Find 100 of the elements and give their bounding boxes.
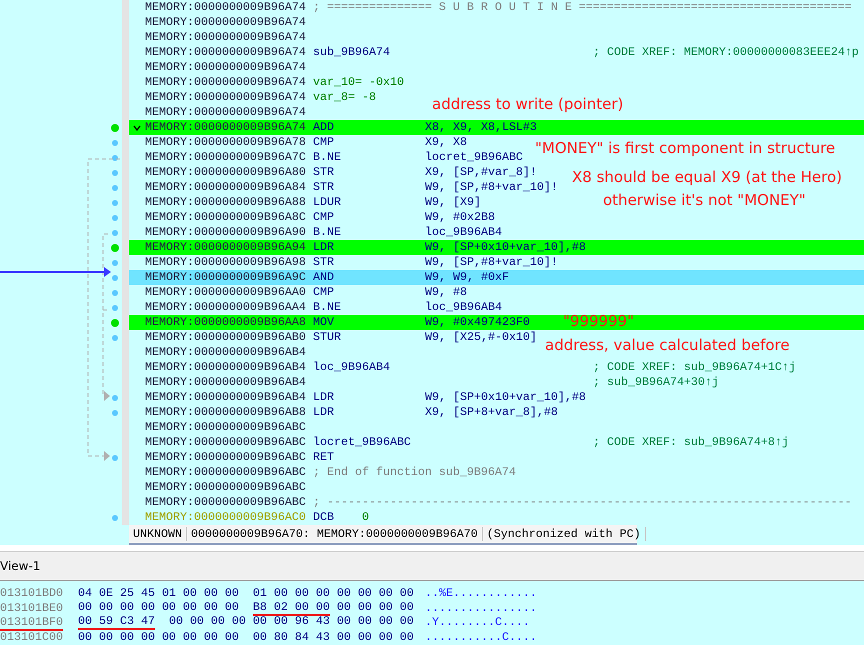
hex-address: 013101BD0	[0, 586, 63, 600]
mnemonic: B.NE	[313, 225, 341, 239]
marker-dot[interactable]	[112, 290, 118, 296]
hex-bytes: 00 59 C3 47	[78, 614, 155, 630]
annotation: address to write (pointer)	[432, 95, 624, 113]
mnemonic: DCB	[313, 510, 334, 524]
address: MEMORY:0000000009B96A74	[145, 45, 306, 59]
address: MEMORY:0000000009B96AB4	[145, 360, 306, 374]
address: MEMORY:0000000009B96ABC	[145, 495, 306, 509]
mnemonic: AND	[313, 270, 334, 284]
comment: ; ---------------------------------------------------------------------------	[313, 495, 852, 510]
hex-bytes: 00 80 84 43 00 00 00 00	[252, 630, 414, 644]
mnemonic: CMP	[313, 285, 334, 299]
collapse-icon[interactable]	[133, 124, 141, 130]
mnemonic: LDR	[313, 240, 334, 254]
operands: W9, [SP,#8+var_10]!	[425, 255, 558, 269]
mnemonic: B.NE	[313, 300, 341, 314]
ascii-text: ..%E............	[425, 586, 537, 600]
comment: ; End of function sub_9B96A74	[313, 465, 516, 480]
address: MEMORY:0000000009B96AA4	[145, 300, 306, 314]
address: MEMORY:0000000009B96AA8	[145, 315, 306, 329]
marker-dot[interactable]	[111, 124, 119, 132]
variable: var_8= -8	[313, 90, 376, 104]
mnemonic: CMP	[313, 210, 334, 224]
annotation: "MONEY" is first component in structure	[535, 139, 836, 157]
marker-dot[interactable]	[112, 334, 118, 340]
marker-dot[interactable]	[112, 260, 118, 266]
marker-dot[interactable]	[112, 170, 118, 176]
comment: ; CODE XREF: MEMORY:00000000083EEE24↑p	[593, 45, 859, 60]
hex-bytes: 01 00 00 00 00 00 00 00	[252, 586, 414, 600]
status-text: 0000000009B96A70: MEMORY:0000000009B96A70	[186, 527, 483, 541]
operands: W9, W9, #0xF	[425, 270, 509, 284]
marker-dot[interactable]	[112, 514, 118, 520]
ascii-text: .Y........C....	[425, 615, 530, 630]
operands: W9, #0x2B8	[425, 210, 495, 224]
address: MEMORY:0000000009B96A74	[145, 30, 306, 44]
mnemonic: CMP	[313, 135, 334, 149]
comment: ; CODE XREF: sub_9B96A74+8↑j	[593, 435, 789, 450]
hex-bytes: 00 00 00 00 00 00 00 00	[78, 600, 239, 616]
status-text: UNKNOWN	[129, 527, 187, 541]
operands: X9, [SP,#var_8]!	[425, 165, 537, 179]
ascii-text: ................	[425, 600, 537, 615]
operands: W9, [SP+0x10+var_10],#8	[425, 240, 586, 254]
view-title[interactable]: View-1	[0, 559, 40, 573]
address: MEMORY:0000000009B96A74	[145, 90, 306, 104]
operands: X9, X8	[425, 135, 467, 149]
address: MEMORY:0000000009B96AB4	[145, 375, 306, 389]
marker-dot[interactable]	[112, 154, 118, 160]
address: MEMORY:0000000009B96A74	[145, 0, 306, 14]
operands: W9, [SP+0x10+var_10],#8	[425, 390, 586, 404]
address: MEMORY:0000000009B96ABC	[145, 465, 306, 479]
operands: W9, [SP,#8+var_10]!	[425, 180, 558, 194]
address: MEMORY:0000000009B96A74	[145, 60, 306, 74]
mnemonic: B.NE	[313, 150, 341, 164]
value: 0	[362, 510, 369, 525]
operands: loc_9B96AB4	[425, 300, 502, 314]
hex-bytes: 00 00 96 43 00 00 00 00	[252, 614, 414, 630]
marker-dot[interactable]	[112, 230, 118, 236]
marker-dot[interactable]	[112, 454, 118, 460]
address: MEMORY:0000000009B96A88	[145, 195, 306, 209]
marker-dot[interactable]	[112, 274, 118, 280]
marker-dot[interactable]	[112, 304, 118, 310]
marker-dot[interactable]	[112, 200, 118, 206]
address: MEMORY:0000000009B96A74	[145, 105, 306, 119]
address: MEMORY:0000000009B96A90	[145, 225, 306, 239]
marker-dot[interactable]	[111, 244, 119, 252]
mnemonic: STR	[313, 165, 334, 179]
annotation: X8 should be equal X9 (at the Hero)	[572, 168, 842, 186]
address: MEMORY:0000000009B96ABC	[145, 435, 306, 449]
hex-address: 013101C00	[0, 630, 63, 644]
operands: W9, #0x497423F0	[425, 315, 530, 329]
operands: locret_9B96ABC	[425, 150, 523, 164]
marker-dot[interactable]	[112, 410, 118, 416]
hex-bytes: 00 00 00 00 00 00 00 00	[78, 630, 239, 644]
marker-dot[interactable]	[111, 318, 119, 326]
operands: W9, [X25,#-0x10]	[425, 330, 537, 344]
address: MEMORY:0000000009B96A78	[145, 135, 306, 149]
comment: ; =============== S U B R O U T I N E =======================================	[313, 0, 852, 15]
marker-dot[interactable]	[112, 394, 118, 400]
address: MEMORY:0000000009B96ABC	[145, 420, 306, 434]
hex-bytes: 00 00 00 00	[168, 614, 246, 630]
address: MEMORY:0000000009B96A80	[145, 165, 306, 179]
marker-dot[interactable]	[112, 140, 118, 146]
address: MEMORY:0000000009B96A8C	[145, 210, 306, 224]
hex-bytes: B8 02 00 00	[252, 600, 330, 616]
mnemonic: MOV	[313, 315, 334, 329]
annotation: "999999"	[563, 312, 634, 330]
hex-bytes: 04 0E 25 45 01 00 00 00	[78, 586, 239, 600]
label: locret_9B96ABC	[313, 435, 411, 449]
address: MEMORY:0000000009B96A94	[145, 240, 306, 254]
mnemonic: STR	[313, 255, 334, 269]
hex-address: 013101BE0	[0, 600, 63, 615]
address: MEMORY:0000000009B96AB4	[145, 390, 306, 404]
mnemonic: LDUR	[313, 195, 341, 209]
marker-dot[interactable]	[112, 184, 118, 190]
marker-dot[interactable]	[112, 214, 118, 220]
mnemonic: STUR	[313, 330, 341, 344]
address: MEMORY:0000000009B96AC0	[145, 510, 306, 524]
mnemonic: ADD	[313, 120, 334, 134]
label: sub_9B96A74	[313, 45, 390, 59]
